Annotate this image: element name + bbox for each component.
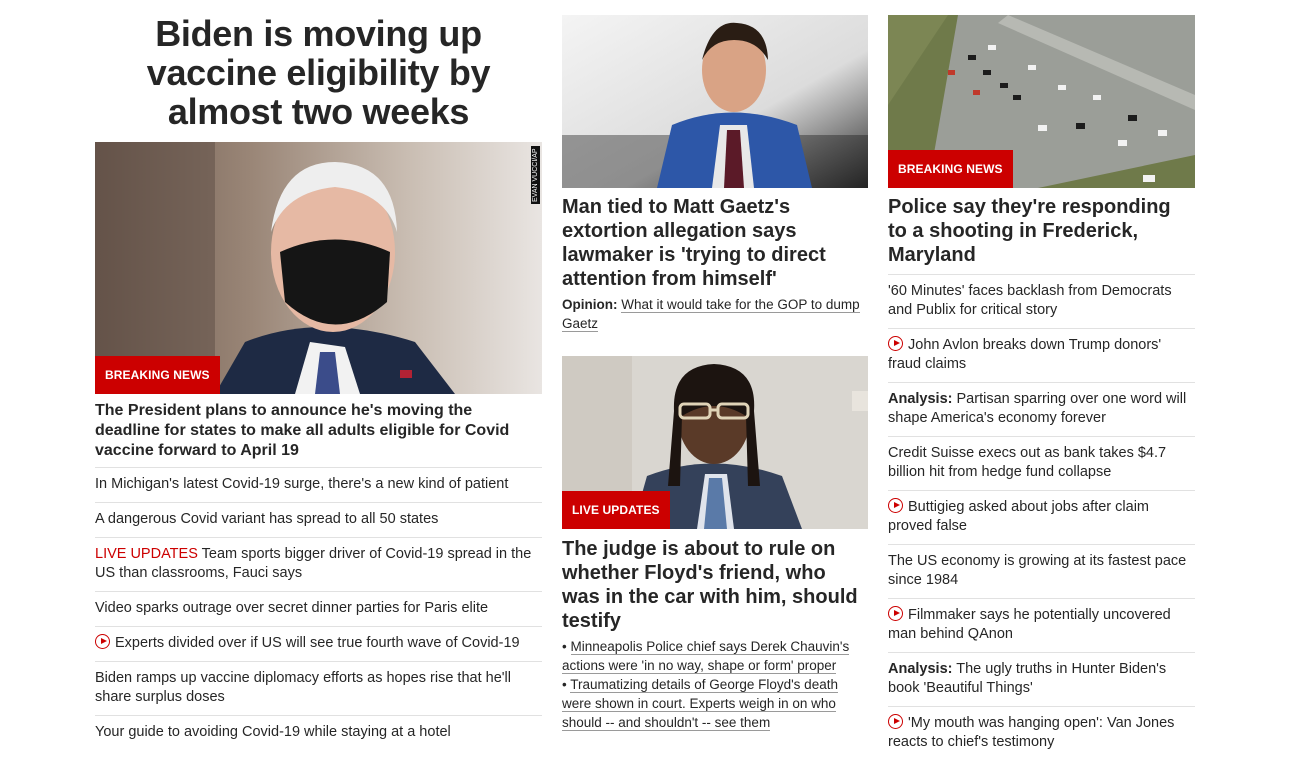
image-credit: EVAN VUCCI/AP	[531, 146, 540, 204]
bullet: •	[562, 639, 567, 654]
play-icon	[888, 606, 903, 621]
list-item[interactable]: Filmmaker says he potentially uncovered …	[888, 598, 1195, 652]
list-item-text: Biden ramps up vaccine diplomacy efforts…	[95, 670, 511, 705]
analysis-label: Analysis:	[888, 661, 953, 677]
breaking-news-badge: BREAKING NEWS	[95, 356, 220, 394]
list-item[interactable]: LIVE UPDATES Team sports bigger driver o…	[95, 537, 542, 591]
list-item[interactable]: Credit Suisse execs out as bank takes $4…	[888, 436, 1195, 490]
related-link[interactable]: Minneapolis Police chief says Derek Chau…	[562, 639, 850, 674]
lead-headline-biden[interactable]: The President plans to announce he's mov…	[95, 401, 535, 461]
list-item-text: John Avlon breaks down Trump donors' fra…	[888, 337, 1162, 372]
list-item[interactable]: Video sparks outrage over secret dinner …	[95, 591, 542, 626]
list-item[interactable]: Experts divided over if US will see true…	[95, 626, 542, 661]
frederick-aerial-photo[interactable]: BREAKING NEWS	[888, 15, 1195, 188]
breaking-news-badge: BREAKING NEWS	[888, 150, 1013, 188]
list-item[interactable]: Buttigieg asked about jobs after claim p…	[888, 490, 1195, 544]
floyd-trial-photo[interactable]: LIVE UPDATES	[562, 356, 868, 529]
lead-headline-floyd[interactable]: The judge is about to rule on whether Fl…	[562, 537, 862, 633]
headline-list: '60 Minutes' faces backlash from Democra…	[888, 274, 1195, 760]
list-item-text: Credit Suisse execs out as bank takes $4…	[888, 445, 1167, 480]
list-item[interactable]: 'My mouth was hanging open': Van Jones r…	[888, 706, 1195, 760]
analysis-label: Analysis:	[888, 391, 953, 407]
list-item[interactable]: '60 Minutes' faces backlash from Democra…	[888, 274, 1195, 328]
list-item-text: Buttigieg asked about jobs after claim p…	[888, 499, 1149, 534]
gaetz-opinion[interactable]: Opinion: What it would take for the GOP …	[562, 295, 862, 333]
live-updates-badge: LIVE UPDATES	[562, 491, 670, 529]
list-item-text: Experts divided over if US will see true…	[115, 635, 520, 651]
gaetz-photo[interactable]	[562, 15, 868, 188]
floyd-related-links: • Minneapolis Police chief says Derek Ch…	[562, 637, 866, 732]
list-item[interactable]: Your guide to avoiding Covid-19 while st…	[95, 715, 542, 750]
list-item[interactable]: Analysis: Partisan sparring over one wor…	[888, 382, 1195, 436]
list-item-text: Filmmaker says he potentially uncovered …	[888, 607, 1171, 642]
list-item[interactable]: Biden ramps up vaccine diplomacy efforts…	[95, 661, 542, 715]
play-icon	[95, 634, 110, 649]
list-item[interactable]: In Michigan's latest Covid-19 surge, the…	[95, 467, 542, 502]
list-item[interactable]: John Avlon breaks down Trump donors' fra…	[888, 328, 1195, 382]
opinion-label: Opinion:	[562, 297, 618, 312]
live-updates-label: LIVE UPDATES	[95, 546, 198, 562]
lead-headline-gaetz[interactable]: Man tied to Matt Gaetz's extortion alleg…	[562, 195, 862, 291]
bullet: •	[562, 677, 567, 692]
list-item[interactable]: Analysis: The ugly truths in Hunter Bide…	[888, 652, 1195, 706]
related-link-item[interactable]: • Traumatizing details of George Floyd's…	[562, 675, 866, 732]
list-item[interactable]: The US economy is growing at its fastest…	[888, 544, 1195, 598]
list-item-text: Video sparks outrage over secret dinner …	[95, 600, 489, 616]
list-item-text: '60 Minutes' faces backlash from Democra…	[888, 283, 1172, 318]
play-icon	[888, 498, 903, 513]
lead-headline-frederick[interactable]: Police say they're responding to a shoot…	[888, 195, 1188, 267]
related-link[interactable]: Traumatizing details of George Floyd's d…	[562, 677, 838, 731]
list-item-text: The US economy is growing at its fastest…	[888, 553, 1187, 588]
list-item-text: 'My mouth was hanging open': Van Jones r…	[888, 715, 1175, 750]
play-icon	[888, 336, 903, 351]
list-item[interactable]: A dangerous Covid variant has spread to …	[95, 502, 542, 537]
banner-headline[interactable]: Biden is moving up vaccine eligibility b…	[95, 14, 542, 131]
list-item-text: In Michigan's latest Covid-19 surge, the…	[95, 476, 509, 492]
play-icon	[888, 714, 903, 729]
list-item-text: Your guide to avoiding Covid-19 while st…	[95, 724, 451, 740]
biden-photo[interactable]: EVAN VUCCI/AP BREAKING NEWS	[95, 142, 542, 394]
covid-headline-list: In Michigan's latest Covid-19 surge, the…	[95, 467, 542, 750]
related-link-item[interactable]: • Minneapolis Police chief says Derek Ch…	[562, 637, 866, 675]
gaetz-image	[562, 15, 868, 188]
list-item-text: A dangerous Covid variant has spread to …	[95, 511, 439, 527]
